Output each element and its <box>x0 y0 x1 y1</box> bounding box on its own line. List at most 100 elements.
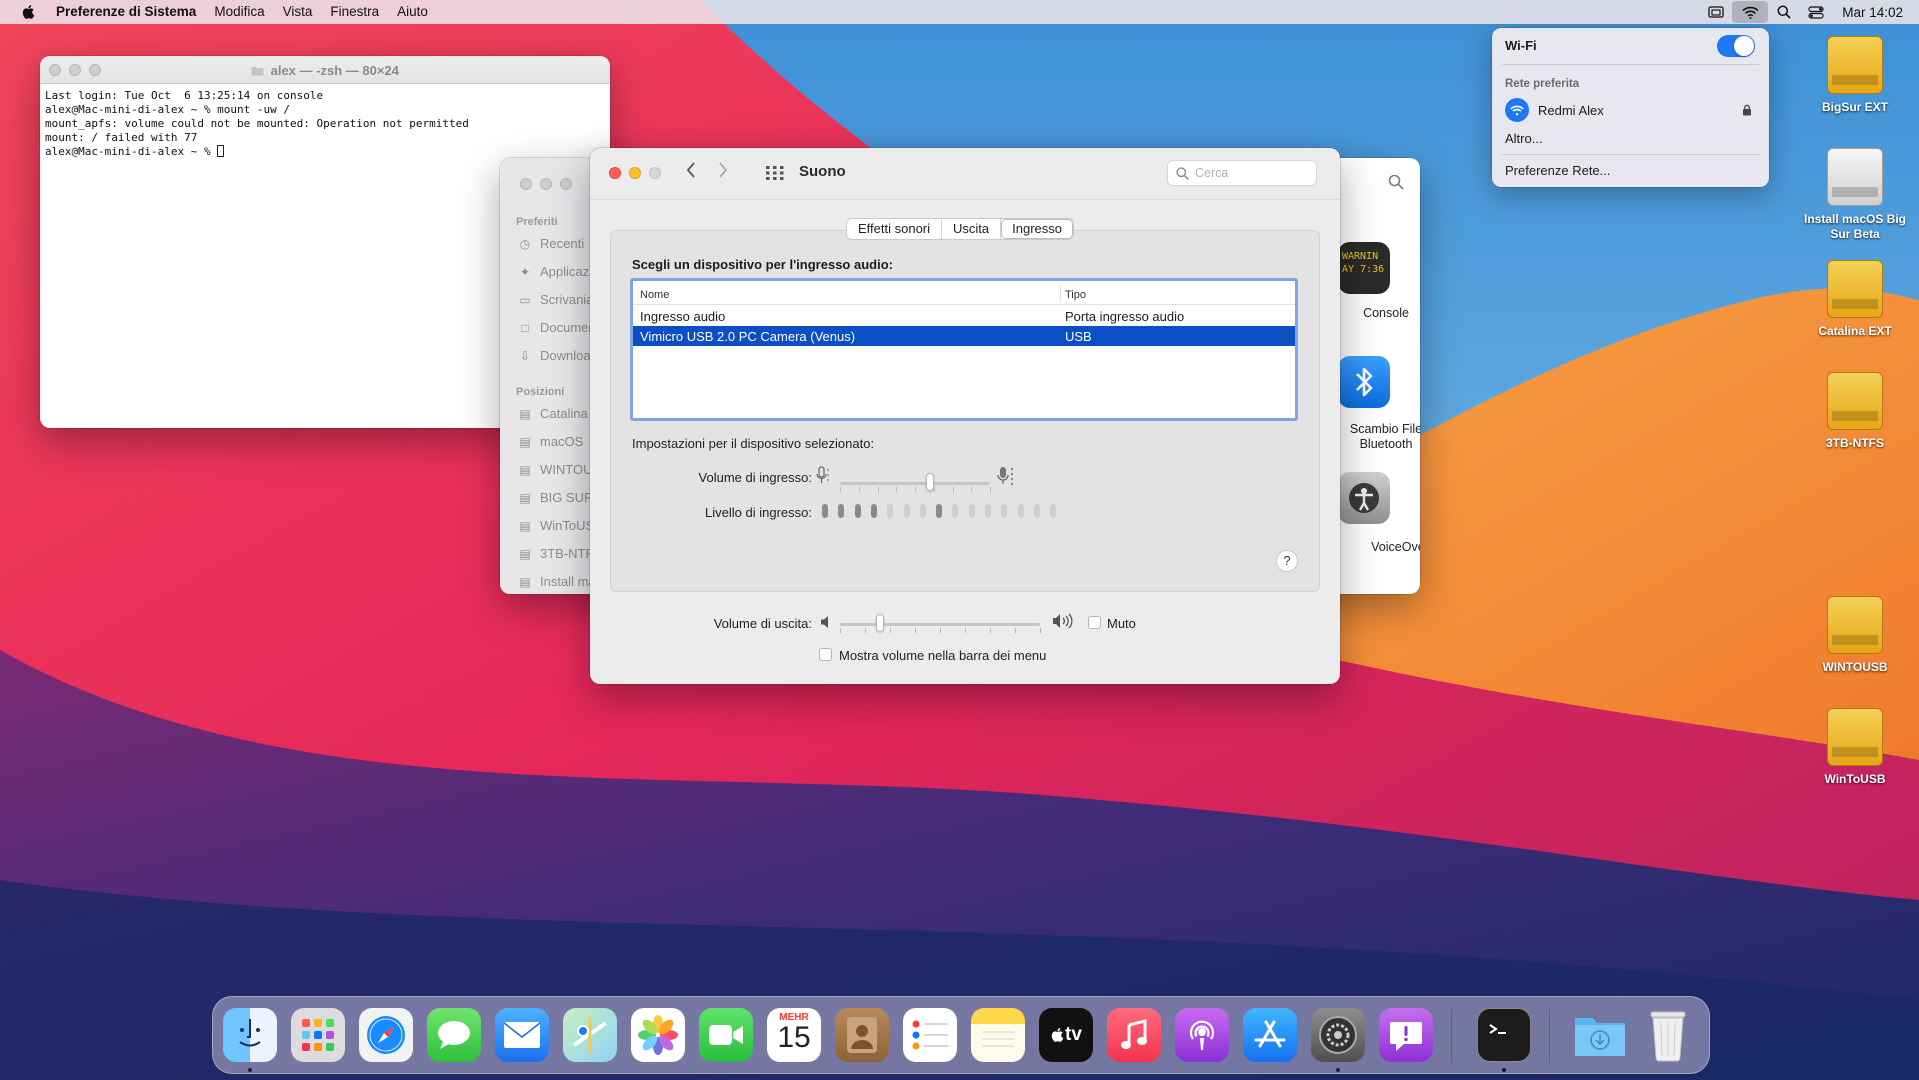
voiceover-app-icon[interactable] <box>1338 472 1390 524</box>
minimize-button[interactable] <box>629 167 641 179</box>
speaker-high-icon <box>1052 613 1076 634</box>
other-networks-item[interactable]: Altro... <box>1505 131 1543 146</box>
dock-calendar-icon[interactable]: MEHR 15 <box>767 1008 821 1062</box>
dock-system-preferences-icon[interactable] <box>1311 1008 1365 1062</box>
menu-vista[interactable]: Vista <box>274 0 322 24</box>
disk-icon: ▤ <box>519 490 531 505</box>
search-field[interactable]: Cerca <box>1167 160 1317 186</box>
slider-tick <box>915 628 916 633</box>
finder-zoom-button[interactable] <box>560 178 572 190</box>
terminal-titlebar[interactable]: alex — -zsh — 80×24 <box>40 56 610 84</box>
dock-mail-icon[interactable] <box>495 1008 549 1062</box>
zoom-button[interactable] <box>649 167 661 179</box>
finder-minimize-button[interactable] <box>540 178 552 190</box>
column-header-type[interactable]: Tipo <box>1065 289 1086 301</box>
dock-reminders-icon[interactable] <box>903 1008 957 1062</box>
bluetooth-file-exchange-icon[interactable] <box>1338 356 1390 408</box>
terminal-prompt: alex@Mac-mini-di-alex ~ % <box>45 145 218 158</box>
dock-downloads-folder-icon[interactable] <box>1573 1008 1627 1062</box>
terminal-output[interactable]: Last login: Tue Oct 6 13:25:14 on consol… <box>40 84 610 164</box>
tab-sound-effects[interactable]: Effetti sonori <box>847 219 943 239</box>
desktop-disk-catalina-ext[interactable]: Catalina EXT <box>1795 260 1915 339</box>
mute-checkbox[interactable] <box>1088 616 1101 629</box>
forward-chevron-icon[interactable] <box>718 162 728 183</box>
dock-trash-icon[interactable] <box>1641 1008 1695 1062</box>
dock-podcasts-icon[interactable] <box>1175 1008 1229 1062</box>
finder-close-button[interactable] <box>520 178 532 190</box>
close-button[interactable] <box>609 167 621 179</box>
slider-tick <box>990 628 991 633</box>
table-row[interactable]: Ingresso audio Porta ingresso audio <box>633 306 1295 326</box>
apple-menu-icon[interactable] <box>0 4 56 20</box>
terminal-line: mount_apfs: volume could not be mounted:… <box>45 117 469 130</box>
tab-input[interactable]: Ingresso <box>1001 219 1074 239</box>
dock-messages-icon[interactable] <box>427 1008 481 1062</box>
slider-tick <box>952 487 954 492</box>
slider-tick <box>933 487 935 492</box>
installer-disk-icon <box>1827 148 1883 206</box>
table-row-selected[interactable]: Vimicro USB 2.0 PC Camera (Venus) USB <box>633 326 1295 346</box>
calendar-day: 15 <box>777 1021 811 1054</box>
dock-facetime-icon[interactable] <box>699 1008 753 1062</box>
dock-notes-icon[interactable] <box>971 1008 1025 1062</box>
dock-launchpad-icon[interactable] <box>291 1008 345 1062</box>
finder-search-icon[interactable] <box>1388 174 1404 195</box>
wifi-icon[interactable] <box>1732 1 1769 23</box>
screen-mirror-icon[interactable] <box>1700 0 1732 24</box>
show-all-grid-icon[interactable] <box>766 166 784 185</box>
dock-finder-icon[interactable] <box>223 1008 277 1062</box>
desktop-disk-bigsur-ext[interactable]: BigSur EXT <box>1795 36 1915 115</box>
dock-feedback-assistant-icon[interactable] <box>1379 1008 1433 1062</box>
network-preferences-item[interactable]: Preferenze Rete... <box>1505 163 1611 178</box>
help-button[interactable]: ? <box>1276 550 1298 572</box>
input-volume-track[interactable] <box>840 482 990 485</box>
dock-app-store-icon[interactable] <box>1243 1008 1297 1062</box>
level-segment <box>1050 504 1057 518</box>
menu-clock[interactable]: Mar 14:02 <box>1832 5 1919 20</box>
network-item-redmi-alex[interactable]: Redmi Alex <box>1505 98 1604 122</box>
output-volume-slider-knob[interactable] <box>876 614 884 632</box>
output-volume-label: Volume di uscita: <box>713 616 812 631</box>
dock-maps-icon[interactable] <box>563 1008 617 1062</box>
column-header-name[interactable]: Nome <box>640 289 669 301</box>
desktop-disk-wintousb[interactable]: WINTOUSB <box>1795 596 1915 675</box>
slider-tick <box>865 628 866 633</box>
search-placeholder: Cerca <box>1195 166 1229 180</box>
mic-low-icon <box>816 466 830 491</box>
input-device-table[interactable]: Nome Tipo Ingresso audio Porta ingresso … <box>630 278 1298 421</box>
control-center-icon[interactable] <box>1800 0 1832 24</box>
console-app-icon[interactable]: WARNIN AY 7:36 <box>1338 242 1390 294</box>
wifi-toggle[interactable] <box>1717 35 1755 57</box>
dock-contacts-icon[interactable] <box>835 1008 889 1062</box>
menu-app-name[interactable]: Preferenze di Sistema <box>56 0 205 24</box>
menu-modifica[interactable]: Modifica <box>205 0 273 24</box>
desktop-disk-wintousb-2[interactable]: WinToUSB <box>1795 708 1915 787</box>
desktop-disk-install-macos[interactable]: Install macOS Big Sur Beta <box>1795 148 1915 242</box>
level-segment <box>838 504 845 518</box>
desktop-disk-3tb-ntfs[interactable]: 3TB-NTFS <box>1795 372 1915 451</box>
level-segment <box>903 504 910 518</box>
back-chevron-icon[interactable] <box>686 162 696 183</box>
wifi-menu-title: Wi-Fi <box>1505 38 1537 53</box>
dock-safari-icon[interactable] <box>359 1008 413 1062</box>
level-segment <box>1017 504 1024 518</box>
terminal-line: alex@Mac-mini-di-alex ~ % mount -uw / <box>45 103 291 116</box>
show-volume-menubar-checkbox[interactable] <box>819 648 832 661</box>
level-segment <box>952 504 959 518</box>
slider-tick <box>858 487 860 492</box>
dock-photos-icon[interactable] <box>631 1008 685 1062</box>
dock-tv-icon[interactable]: tv <box>1039 1008 1093 1062</box>
selected-device-settings-label: Impostazioni per il dispositivo selezion… <box>632 436 875 451</box>
spotlight-search-icon[interactable] <box>1768 0 1800 24</box>
dock-terminal-icon[interactable] <box>1477 1008 1531 1062</box>
menu-aiuto[interactable]: Aiuto <box>388 0 437 24</box>
terminal-cursor <box>217 145 225 157</box>
output-volume-track-line[interactable] <box>840 623 1040 626</box>
level-segment <box>919 504 926 518</box>
menu-finestra[interactable]: Finestra <box>321 0 388 24</box>
disk-icon: ▤ <box>519 574 531 589</box>
sound-preferences-window[interactable]: Suono Cerca Effetti sonori Uscita Ingres… <box>590 148 1340 684</box>
dock-music-icon[interactable] <box>1107 1008 1161 1062</box>
tab-output[interactable]: Uscita <box>942 219 1002 239</box>
voiceover-app-label: VoiceOver <box>1371 540 1420 554</box>
